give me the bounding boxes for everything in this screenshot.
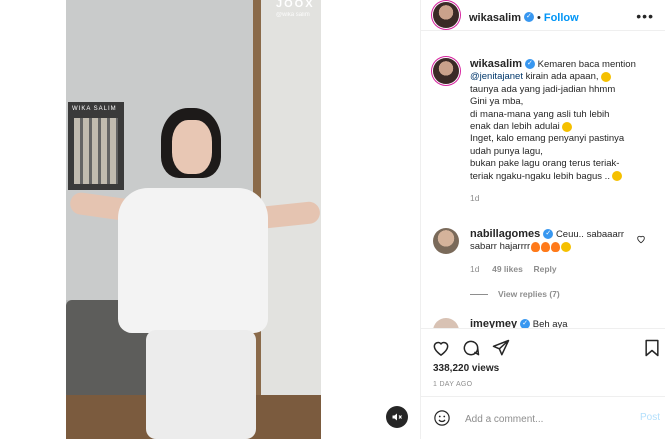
comment-likes[interactable]: 49 likes <box>492 264 523 274</box>
post-comment-button[interactable]: Post <box>640 412 660 423</box>
replies-divider <box>470 294 488 296</box>
caption-line-6: enak dan lebih adulai <box>470 121 560 133</box>
joox-watermark: JOOX <box>276 0 315 10</box>
emoji-picker-icon[interactable] <box>433 409 451 427</box>
video-frame: WIKA SALIM JOOX @wika salim <box>66 0 321 439</box>
header-user-row: wikasalim ✓ • Follow <box>469 8 579 26</box>
commenter-username[interactable]: nabillagomes <box>470 228 540 240</box>
save-bookmark-icon[interactable] <box>642 338 662 358</box>
commenter-verified-icon: ✓ <box>543 229 554 240</box>
add-comment-bar: Post <box>421 396 665 440</box>
like-heart-icon[interactable] <box>431 338 451 358</box>
posted-time[interactable]: 1 DAY AGO <box>433 381 472 388</box>
caption-line-8: udah punya lagu, <box>470 145 543 157</box>
partial-verified-icon: ✓ <box>520 319 531 328</box>
caption: wikasalim ✓ Kemaren baca mention @jenitaj… <box>470 58 655 204</box>
view-replies-button[interactable]: View replies (7) <box>498 289 560 299</box>
partial-commenter-username[interactable]: imeymey <box>470 318 517 328</box>
video-wall-poster: WIKA SALIM <box>68 102 124 190</box>
comment-text-line-1: Ceuu.. sabaaarr <box>555 229 625 240</box>
next-commenter-avatar[interactable] <box>433 318 459 328</box>
like-comment-heart-icon[interactable] <box>636 234 646 244</box>
caption-verified-icon: ✓ <box>524 59 535 70</box>
mute-icon <box>392 413 402 421</box>
more-options-icon[interactable]: ••• <box>636 8 654 24</box>
post-header: wikasalim ✓ • Follow ••• <box>421 0 665 31</box>
comments-list[interactable]: wikasalim ✓ Kemaren baca mention @jenitaj… <box>421 46 665 328</box>
caption-line-3: taunya ada yang jadi-jadian hhmm <box>470 83 616 95</box>
person-face <box>172 120 212 174</box>
partial-comment: imeymey ✓ Beh aya <box>470 318 568 328</box>
caption-line-4: Gini ya mba, <box>470 96 524 108</box>
partial-comment-text: Beh aya <box>532 319 568 328</box>
verified-badge-icon: ✓ <box>523 11 534 22</box>
caption-time[interactable]: 1d <box>470 192 655 204</box>
header-separator: • <box>536 12 541 24</box>
caption-line-2: kirain ada apaan, <box>525 71 599 83</box>
caption-line-1: Kemaren baca mention <box>537 59 636 70</box>
share-plane-icon[interactable] <box>491 338 511 358</box>
post-actions: 338,220 views 1 DAY AGO <box>421 328 665 397</box>
author-avatar[interactable] <box>433 2 459 28</box>
fire-emoji-icon <box>551 241 561 252</box>
caption-line-9: bukan pake lagu orang terus teriak- <box>470 158 620 170</box>
caption-avatar[interactable] <box>433 58 459 84</box>
view-count[interactable]: 338,220 views <box>433 363 499 374</box>
video-player[interactable]: WIKA SALIM JOOX @wika salim <box>0 0 420 439</box>
grin-emoji-icon <box>611 171 622 182</box>
poster-title: WIKA SALIM <box>72 106 117 112</box>
reply-button[interactable]: Reply <box>533 264 556 274</box>
watermark-handle: @wika salim <box>276 12 310 18</box>
shocked-emoji-icon <box>600 71 611 82</box>
caption-mention[interactable]: @jenitajanet <box>470 71 523 82</box>
laughing-emoji-icon <box>561 241 572 252</box>
poster-photos <box>74 118 118 184</box>
caption-username[interactable]: wikasalim <box>470 58 522 70</box>
fire-emoji-icon <box>531 241 541 252</box>
post-side-panel: wikasalim ✓ • Follow ••• wikasalim ✓ Kemaren… <box>420 0 665 439</box>
caption-line-10: teriak ngaku-ngaku lebih bagus .. <box>470 170 610 182</box>
commenter-avatar[interactable] <box>433 228 459 254</box>
fire-emoji-icon <box>541 241 551 252</box>
header-username[interactable]: wikasalim <box>469 12 521 24</box>
comment-bubble-icon[interactable] <box>461 338 481 358</box>
follow-button[interactable]: Follow <box>544 12 579 24</box>
comment: nabillagomes ✓ Ceuu.. sabaaarr sabarr haj… <box>470 228 635 302</box>
person-shorts <box>146 330 256 439</box>
comment-text-line-2: sabarr hajarrrr <box>470 241 531 253</box>
person-shirt <box>118 188 268 333</box>
comment-time[interactable]: 1d <box>470 264 479 274</box>
mute-button[interactable] <box>386 406 408 428</box>
caption-line-7: Inget, kalo emang penyanyi pastinya <box>470 133 625 145</box>
smirk-emoji-icon <box>561 121 572 132</box>
caption-line-5: di mana-mana yang asli tuh lebih <box>470 108 610 120</box>
add-comment-input[interactable] <box>463 407 627 431</box>
